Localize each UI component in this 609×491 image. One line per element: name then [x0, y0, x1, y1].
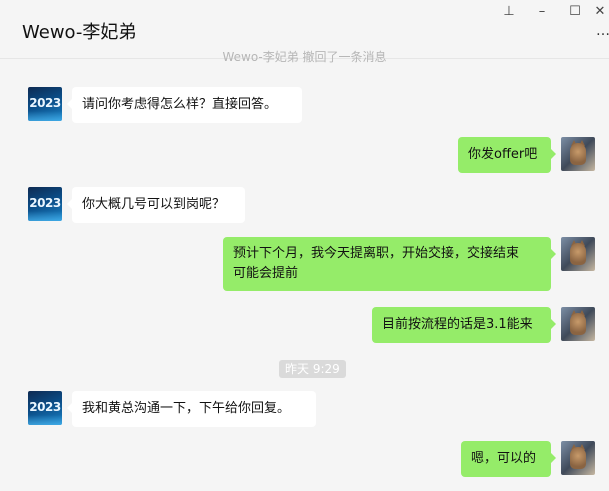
self-avatar[interactable] — [561, 137, 595, 171]
recall-notice: Wewo-李妃弟 撤回了一条消息 — [222, 50, 387, 64]
self-avatar[interactable] — [561, 441, 595, 475]
contact-avatar[interactable]: 2023 — [28, 391, 62, 425]
avatar-cat-icon — [570, 143, 586, 165]
message-text: 我和黄总沟通一下，下午给你回复。 — [82, 401, 291, 416]
message-bubble-outgoing[interactable]: 你发offer吧 — [458, 137, 556, 173]
message-bubble-outgoing[interactable]: 预计下个月，我今天提离职，开始交接，交接结束 可能会提前 — [223, 237, 556, 291]
chat-title: Wewo-李妃弟 — [22, 22, 137, 43]
avatar-cat-icon — [570, 243, 586, 265]
avatar-cat-icon — [570, 447, 586, 469]
self-avatar[interactable] — [561, 307, 595, 341]
message-bubble-outgoing[interactable]: 嗯，可以的 — [461, 441, 556, 477]
avatar-2023-icon: 2023 — [29, 96, 61, 110]
message-bubble-incoming[interactable]: 我和黄总沟通一下，下午给你回复。 — [67, 391, 316, 427]
message-bubble-incoming[interactable]: 请问你考虑得怎么样？直接回答。 — [67, 87, 302, 123]
message-text: 你大概几号可以到岗呢？ — [82, 197, 226, 212]
contact-avatar[interactable]: 2023 — [28, 87, 62, 121]
maximize-icon[interactable]: ☐ — [563, 2, 587, 22]
message-text: 目前按流程的话是3.1能来 — [382, 317, 533, 332]
message-text: 请问你考虑得怎么样？直接回答。 — [82, 97, 278, 112]
message-text-line: 预计下个月，我今天提离职，开始交接，交接结束 — [233, 246, 520, 261]
timestamp-divider: 昨天 9:29 — [279, 360, 346, 378]
minimize-icon[interactable]: – — [530, 2, 554, 22]
message-bubble-incoming[interactable]: 你大概几号可以到岗呢？ — [67, 187, 245, 223]
avatar-2023-icon: 2023 — [29, 400, 61, 414]
avatar-cat-icon — [570, 313, 586, 335]
pin-icon[interactable]: ⊥ — [497, 2, 521, 22]
message-text: 你发offer吧 — [468, 147, 538, 162]
more-icon[interactable]: … — [596, 24, 609, 38]
message-text-line: 可能会提前 — [233, 266, 299, 281]
message-text: 嗯，可以的 — [471, 451, 537, 466]
close-icon[interactable]: ✕ — [588, 2, 609, 22]
contact-avatar[interactable]: 2023 — [28, 187, 62, 221]
chat-window: Wewo-李妃弟 ⊥ – ☐ ✕ … Wewo-李妃弟 撤回了一条消息 2023… — [0, 0, 609, 491]
avatar-glow — [28, 211, 62, 221]
avatar-2023-icon: 2023 — [29, 196, 61, 210]
message-bubble-outgoing[interactable]: 目前按流程的话是3.1能来 — [372, 307, 556, 343]
self-avatar[interactable] — [561, 237, 595, 271]
avatar-glow — [28, 415, 62, 425]
avatar-glow — [28, 111, 62, 121]
